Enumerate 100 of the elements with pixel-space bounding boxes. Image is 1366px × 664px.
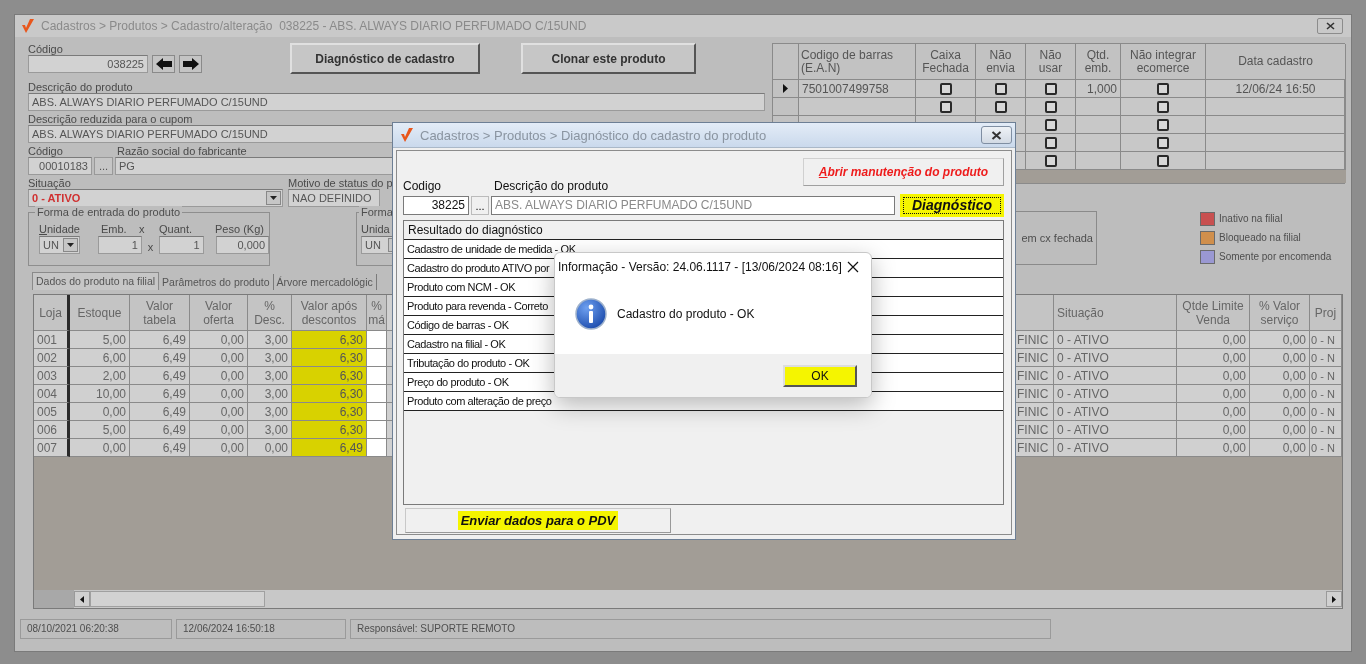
table-cell: 0,00: [190, 385, 248, 403]
column-header: Não integrar ecomerce: [1121, 44, 1206, 80]
status-text: 12/06/2024 16:50:18: [176, 619, 346, 639]
table-cell: 0,00: [1177, 439, 1250, 457]
table-cell: 0 - N: [1310, 421, 1342, 439]
table-cell: 0,00: [1177, 385, 1250, 403]
column-header: Codigo de barras (E.A.N): [799, 44, 916, 80]
field-label: x: [139, 223, 146, 235]
column-header: Valor tabela: [130, 295, 190, 331]
column-header: Não usar: [1026, 44, 1076, 80]
table-cell: 0,00: [1250, 439, 1310, 457]
table-cell: 3,00: [248, 421, 292, 439]
column-header: Valor oferta: [190, 295, 248, 331]
table-cell: FINIC: [1014, 349, 1054, 367]
table-cell: 2,00: [70, 367, 130, 385]
table-cell: 0,00: [1177, 421, 1250, 439]
legend-label: Bloqueado na filial: [1219, 232, 1301, 243]
table-cell: 0 - ATIVO: [1054, 349, 1177, 367]
column-header: Caixa Fechada: [916, 44, 976, 80]
multiply-sign: x: [147, 241, 154, 253]
table-cell: 3,00: [248, 349, 292, 367]
table-cell: 0 - N: [1310, 331, 1342, 349]
table-cell: 7501007499758: [799, 80, 916, 98]
table-cell: 3,00: [248, 331, 292, 349]
column-header: % Valor serviço: [1250, 295, 1310, 331]
table-cell: 0 - ATIVO: [1054, 421, 1177, 439]
table-cell: 6,30: [292, 367, 367, 385]
table-cell: 0,00: [70, 403, 130, 421]
window-title: Cadastros > Produtos > Diagnóstico do cadastro do produto: [420, 127, 768, 143]
table-cell: 6,49: [130, 403, 190, 421]
column-header: Situação: [1054, 295, 1177, 331]
column-header: % Desc.: [248, 295, 292, 331]
table-cell: FINIC: [1014, 421, 1054, 439]
table-cell: 0,00: [1250, 349, 1310, 367]
table-cell: 0,00: [1250, 385, 1310, 403]
table-cell: 0 - N: [1310, 385, 1342, 403]
table-cell: 0,00: [190, 367, 248, 385]
table-cell: 007: [34, 439, 70, 457]
field-label: Motivo de status do p: [288, 177, 393, 189]
table-cell: 0,00: [70, 439, 130, 457]
group-title: Forma de entrada do produto: [35, 206, 183, 218]
table-cell: 5,00: [70, 331, 130, 349]
table-cell: 6,49: [130, 367, 190, 385]
table-cell: 0,00: [1250, 421, 1310, 439]
table-cell: 0 - ATIVO: [1054, 439, 1177, 457]
window-title: Cadastros > Produtos > Cadastro/alteração 038225 - ABS. ALWAYS DIARIO PERFUMADO C/15UND: [41, 19, 588, 33]
column-header: Proj: [1310, 295, 1342, 331]
table-cell: 3,00: [248, 403, 292, 421]
table-cell: 0,00: [1250, 331, 1310, 349]
table-cell: 001: [34, 331, 70, 349]
status-text: Responsável: SUPORTE REMOTO: [350, 619, 1051, 639]
table-cell: 005: [34, 403, 70, 421]
table-cell: FINIC: [1014, 367, 1054, 385]
column-header: Valor após descontos: [292, 295, 367, 331]
field-label: Descrição do produto: [494, 180, 609, 192]
group-title: Forma: [359, 206, 395, 218]
table-cell: 3,00: [248, 385, 292, 403]
table-cell: 0,00: [190, 439, 248, 457]
legend-label: Somente por encomenda: [1219, 251, 1332, 262]
table-cell: 12/06/24 16:50: [1206, 80, 1346, 98]
table-cell: 0 - ATIVO: [1054, 367, 1177, 385]
table-cell: 0,00: [190, 421, 248, 439]
table-cell: 0,00: [248, 439, 292, 457]
table-cell: 6,49: [130, 331, 190, 349]
column-header: Não envia: [976, 44, 1026, 80]
table-cell: 5,00: [70, 421, 130, 439]
table-cell: 0,00: [1177, 403, 1250, 421]
table-cell: 0,00: [1177, 367, 1250, 385]
table-cell: 6,30: [292, 349, 367, 367]
field-label: Emb.: [101, 223, 128, 235]
field-label: Descrição reduzida para o cupom: [28, 113, 194, 125]
table-cell: 0 - ATIVO: [1054, 331, 1177, 349]
table-cell: 6,30: [292, 421, 367, 439]
column-header: Loja: [34, 295, 70, 331]
table-cell: 0,00: [190, 331, 248, 349]
table-cell: 6,49: [130, 439, 190, 457]
field-label: Unidade: [39, 223, 81, 235]
table-cell: 003: [34, 367, 70, 385]
column-header: Qtde Limite Venda: [1177, 295, 1250, 331]
table-cell: 10,00: [70, 385, 130, 403]
table-cell: 006: [34, 421, 70, 439]
table-cell: 002: [34, 349, 70, 367]
dialog-title: Informação - Versão: 24.06.1117 - [13/06/2024 08:16]: [558, 260, 843, 274]
table-cell: 0,00: [1177, 349, 1250, 367]
table-cell: 6,49: [130, 421, 190, 439]
table-cell: 1,000: [1076, 80, 1121, 98]
column-header: Data cadastro: [1206, 44, 1346, 80]
table-cell: 0,00: [190, 349, 248, 367]
legend-label: Inativo na filial: [1219, 213, 1283, 224]
table-cell: 0 - N: [1310, 403, 1342, 421]
table-cell: 0,00: [1177, 331, 1250, 349]
column-header: Qtd. emb.: [1076, 44, 1121, 80]
table-cell: FINIC: [1014, 385, 1054, 403]
table-cell: 0 - N: [1310, 349, 1342, 367]
table-cell: 6,30: [292, 403, 367, 421]
status-text: 08/10/2021 06:20:38: [20, 619, 172, 639]
table-cell: FINIC: [1014, 439, 1054, 457]
field-label: Descrição do produto: [28, 81, 134, 93]
table-cell: 6,49: [130, 385, 190, 403]
field-label: Situação: [28, 177, 72, 189]
